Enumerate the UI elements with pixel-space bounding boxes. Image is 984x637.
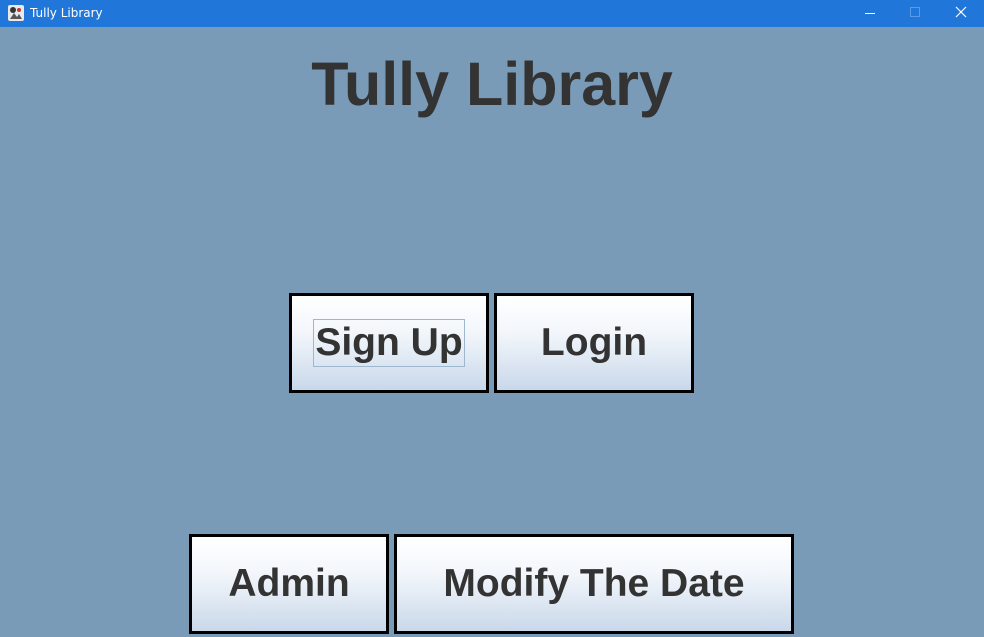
maximize-icon — [892, 0, 938, 27]
window-title: Tully Library — [30, 6, 103, 20]
app-icon — [8, 5, 24, 21]
login-label: Login — [540, 321, 648, 364]
login-button[interactable]: Login — [494, 293, 694, 393]
title-bar[interactable]: Tully Library — [0, 0, 984, 27]
page-title: Tully Library — [311, 50, 673, 118]
modify-date-button-content: Modify The Date — [397, 537, 791, 631]
admin-button-content: Admin — [192, 537, 386, 631]
modify-date-button[interactable]: Modify The Date — [394, 534, 794, 634]
sign-up-button-content: Sign Up — [292, 296, 486, 390]
minimize-icon[interactable] — [847, 0, 893, 27]
sign-up-button[interactable]: Sign Up — [289, 293, 489, 393]
modify-date-label: Modify The Date — [443, 562, 745, 605]
admin-label: Admin — [228, 562, 350, 605]
app-window: Tully Library Tully Library Sign Up Logi… — [0, 0, 984, 637]
sign-up-label: Sign Up — [313, 319, 465, 367]
login-button-content: Login — [497, 296, 691, 390]
close-icon[interactable] — [938, 0, 984, 27]
admin-button[interactable]: Admin — [189, 534, 389, 634]
